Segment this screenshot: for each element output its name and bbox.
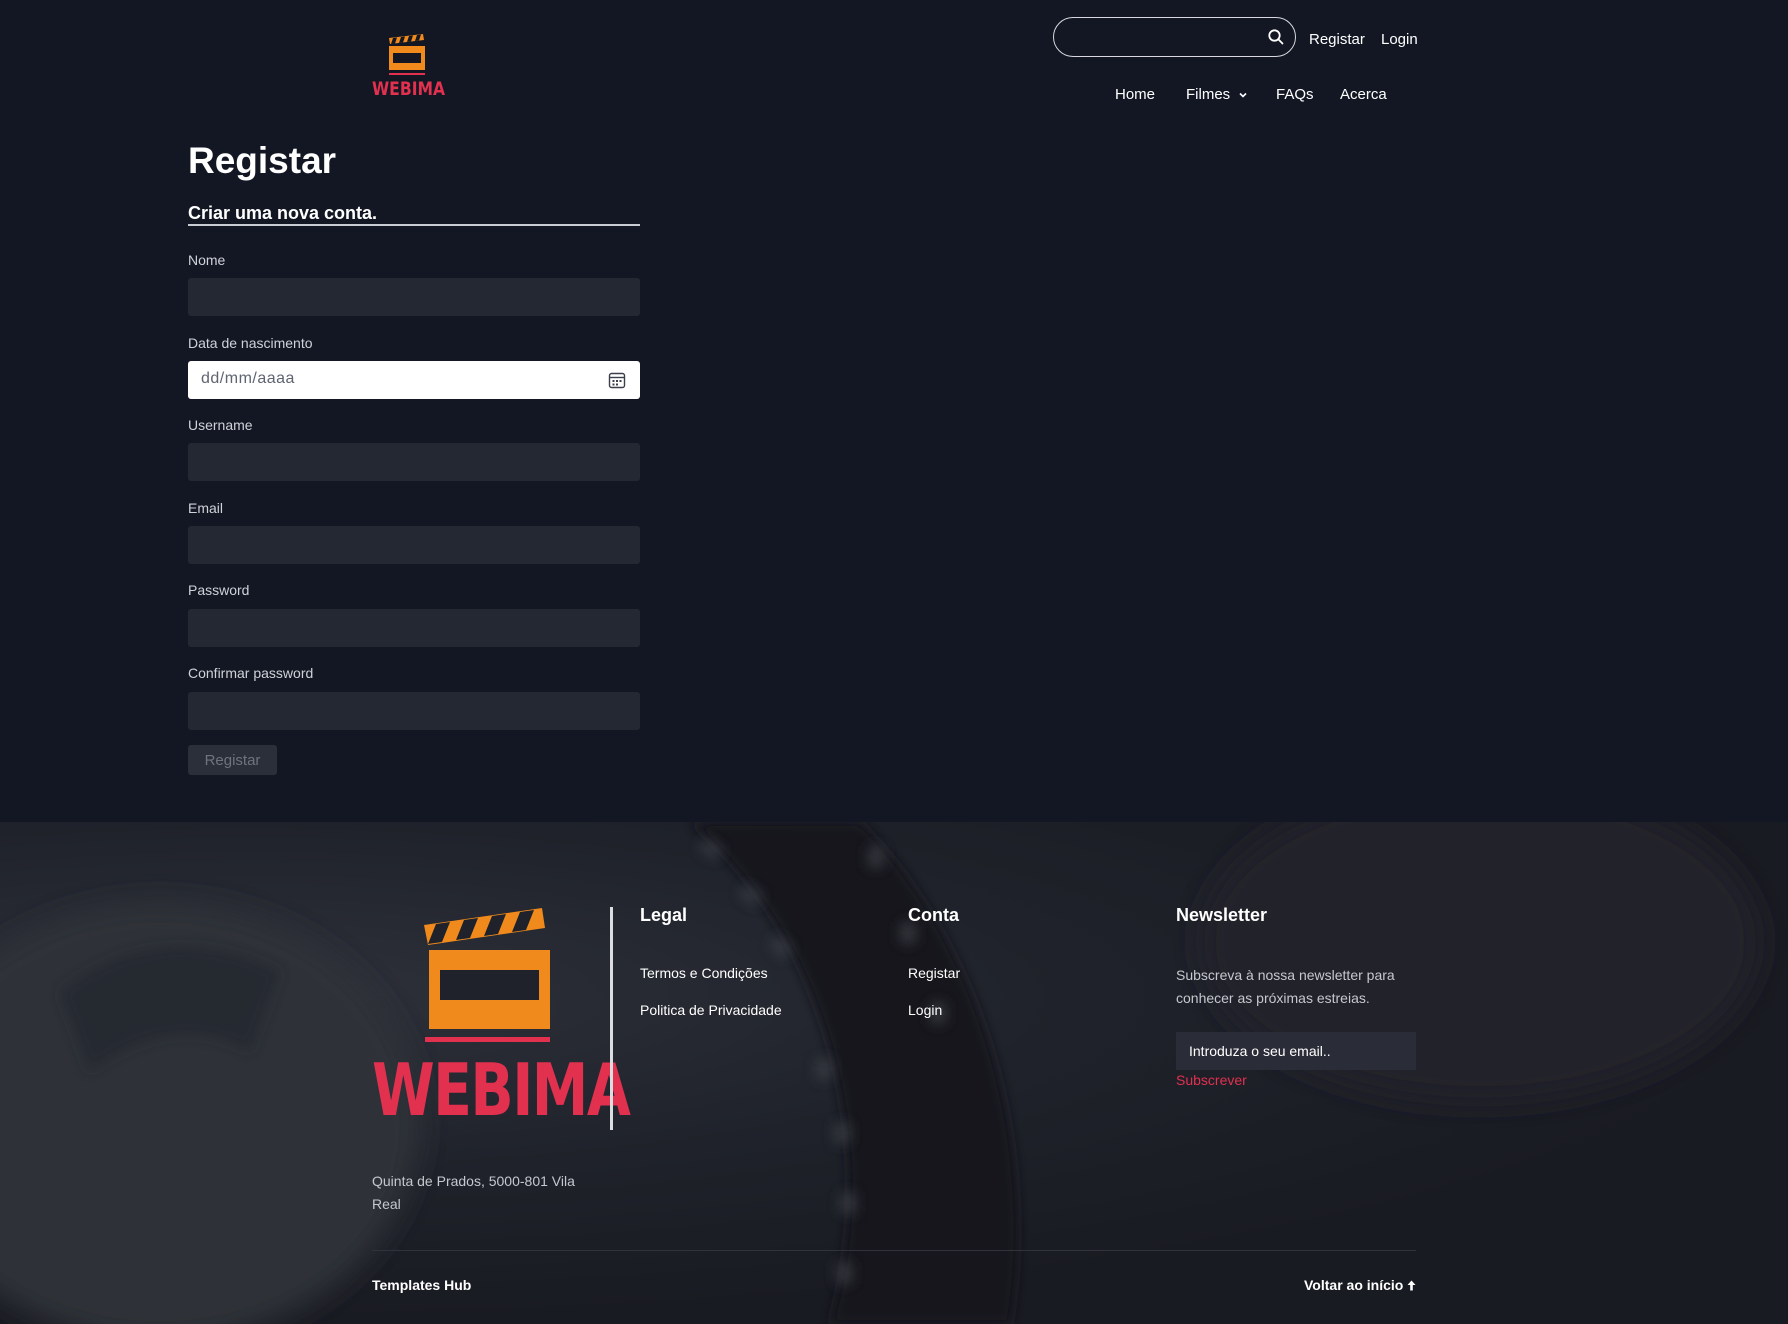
film-reel-background-image: [0, 822, 1760, 1324]
username-label: Username: [188, 417, 253, 433]
newsletter-description: Subscreva à nossa newsletter para conhec…: [1176, 967, 1395, 1006]
username-field[interactable]: [188, 443, 640, 481]
form-subtitle: Criar uma nova conta.: [188, 203, 640, 226]
nav-movies-label: Filmes: [1186, 86, 1231, 103]
nav-faqs[interactable]: FAQs: [1276, 86, 1314, 103]
nav-home[interactable]: Home: [1115, 86, 1155, 103]
templates-hub-link[interactable]: Templates Hub: [372, 1277, 471, 1293]
birthdate-field[interactable]: dd/mm/aaaa: [188, 361, 640, 399]
name-label: Nome: [188, 252, 226, 268]
footer-separator: [372, 1250, 1416, 1251]
birthdate-placeholder: dd/mm/aaaa: [201, 370, 295, 387]
footer-address: Quinta de Prados, 5000-801 Vila Real: [372, 1173, 575, 1212]
footer-legal-heading: Legal: [640, 905, 688, 925]
email-label: Email: [188, 500, 224, 516]
back-to-top-link[interactable]: Voltar ao início: [1304, 1277, 1416, 1293]
footer-account-heading: Conta: [908, 905, 959, 925]
password-label: Password: [188, 582, 250, 598]
footer-terms-link[interactable]: Termos e Condições: [640, 965, 768, 981]
back-to-top-label: Voltar ao início: [1304, 1277, 1404, 1293]
clapperboard-logo-icon: [424, 908, 550, 1042]
footer-newsletter-heading: Newsletter: [1176, 905, 1268, 925]
chevron-down-icon: [1239, 92, 1247, 98]
footer-register-link[interactable]: Registar: [908, 965, 960, 981]
header-register-link[interactable]: Registar: [1309, 31, 1365, 48]
page-title: Registar: [188, 140, 337, 181]
confirm-password-label: Confirmar password: [188, 665, 314, 681]
calendar-icon[interactable]: [608, 371, 626, 389]
password-field[interactable]: [188, 609, 640, 647]
nav-movies[interactable]: Filmes: [1186, 86, 1248, 103]
arrow-up-icon: [1407, 1280, 1416, 1291]
footer-brand-wordmark: WEBIMA: [372, 1048, 631, 1132]
name-field[interactable]: [188, 278, 640, 316]
clapperboard-logo-icon: [389, 34, 425, 75]
footer: WEBIMA Quinta de Prados, 5000-801 Vila R…: [0, 822, 1788, 1324]
birthdate-label: Data de nascimento: [188, 335, 313, 351]
footer-privacy-link[interactable]: Politica de Privacidade: [640, 1002, 782, 1018]
search-input[interactable]: [1068, 26, 1248, 48]
register-submit-button[interactable]: Registar: [188, 745, 277, 775]
footer-divider: [610, 907, 613, 1130]
nav-about[interactable]: Acerca: [1340, 86, 1387, 103]
search-bar[interactable]: [1053, 17, 1296, 57]
confirm-password-field[interactable]: [188, 692, 640, 730]
search-icon[interactable]: [1267, 28, 1285, 46]
footer-logo[interactable]: [372, 905, 602, 1055]
footer-login-link[interactable]: Login: [908, 1002, 942, 1018]
newsletter-email-input[interactable]: [1176, 1032, 1416, 1070]
newsletter-subscribe-link[interactable]: Subscrever: [1176, 1072, 1247, 1088]
header-login-link[interactable]: Login: [1381, 31, 1418, 48]
brand-wordmark: WEBIMA: [372, 78, 446, 100]
email-field[interactable]: [188, 526, 640, 564]
